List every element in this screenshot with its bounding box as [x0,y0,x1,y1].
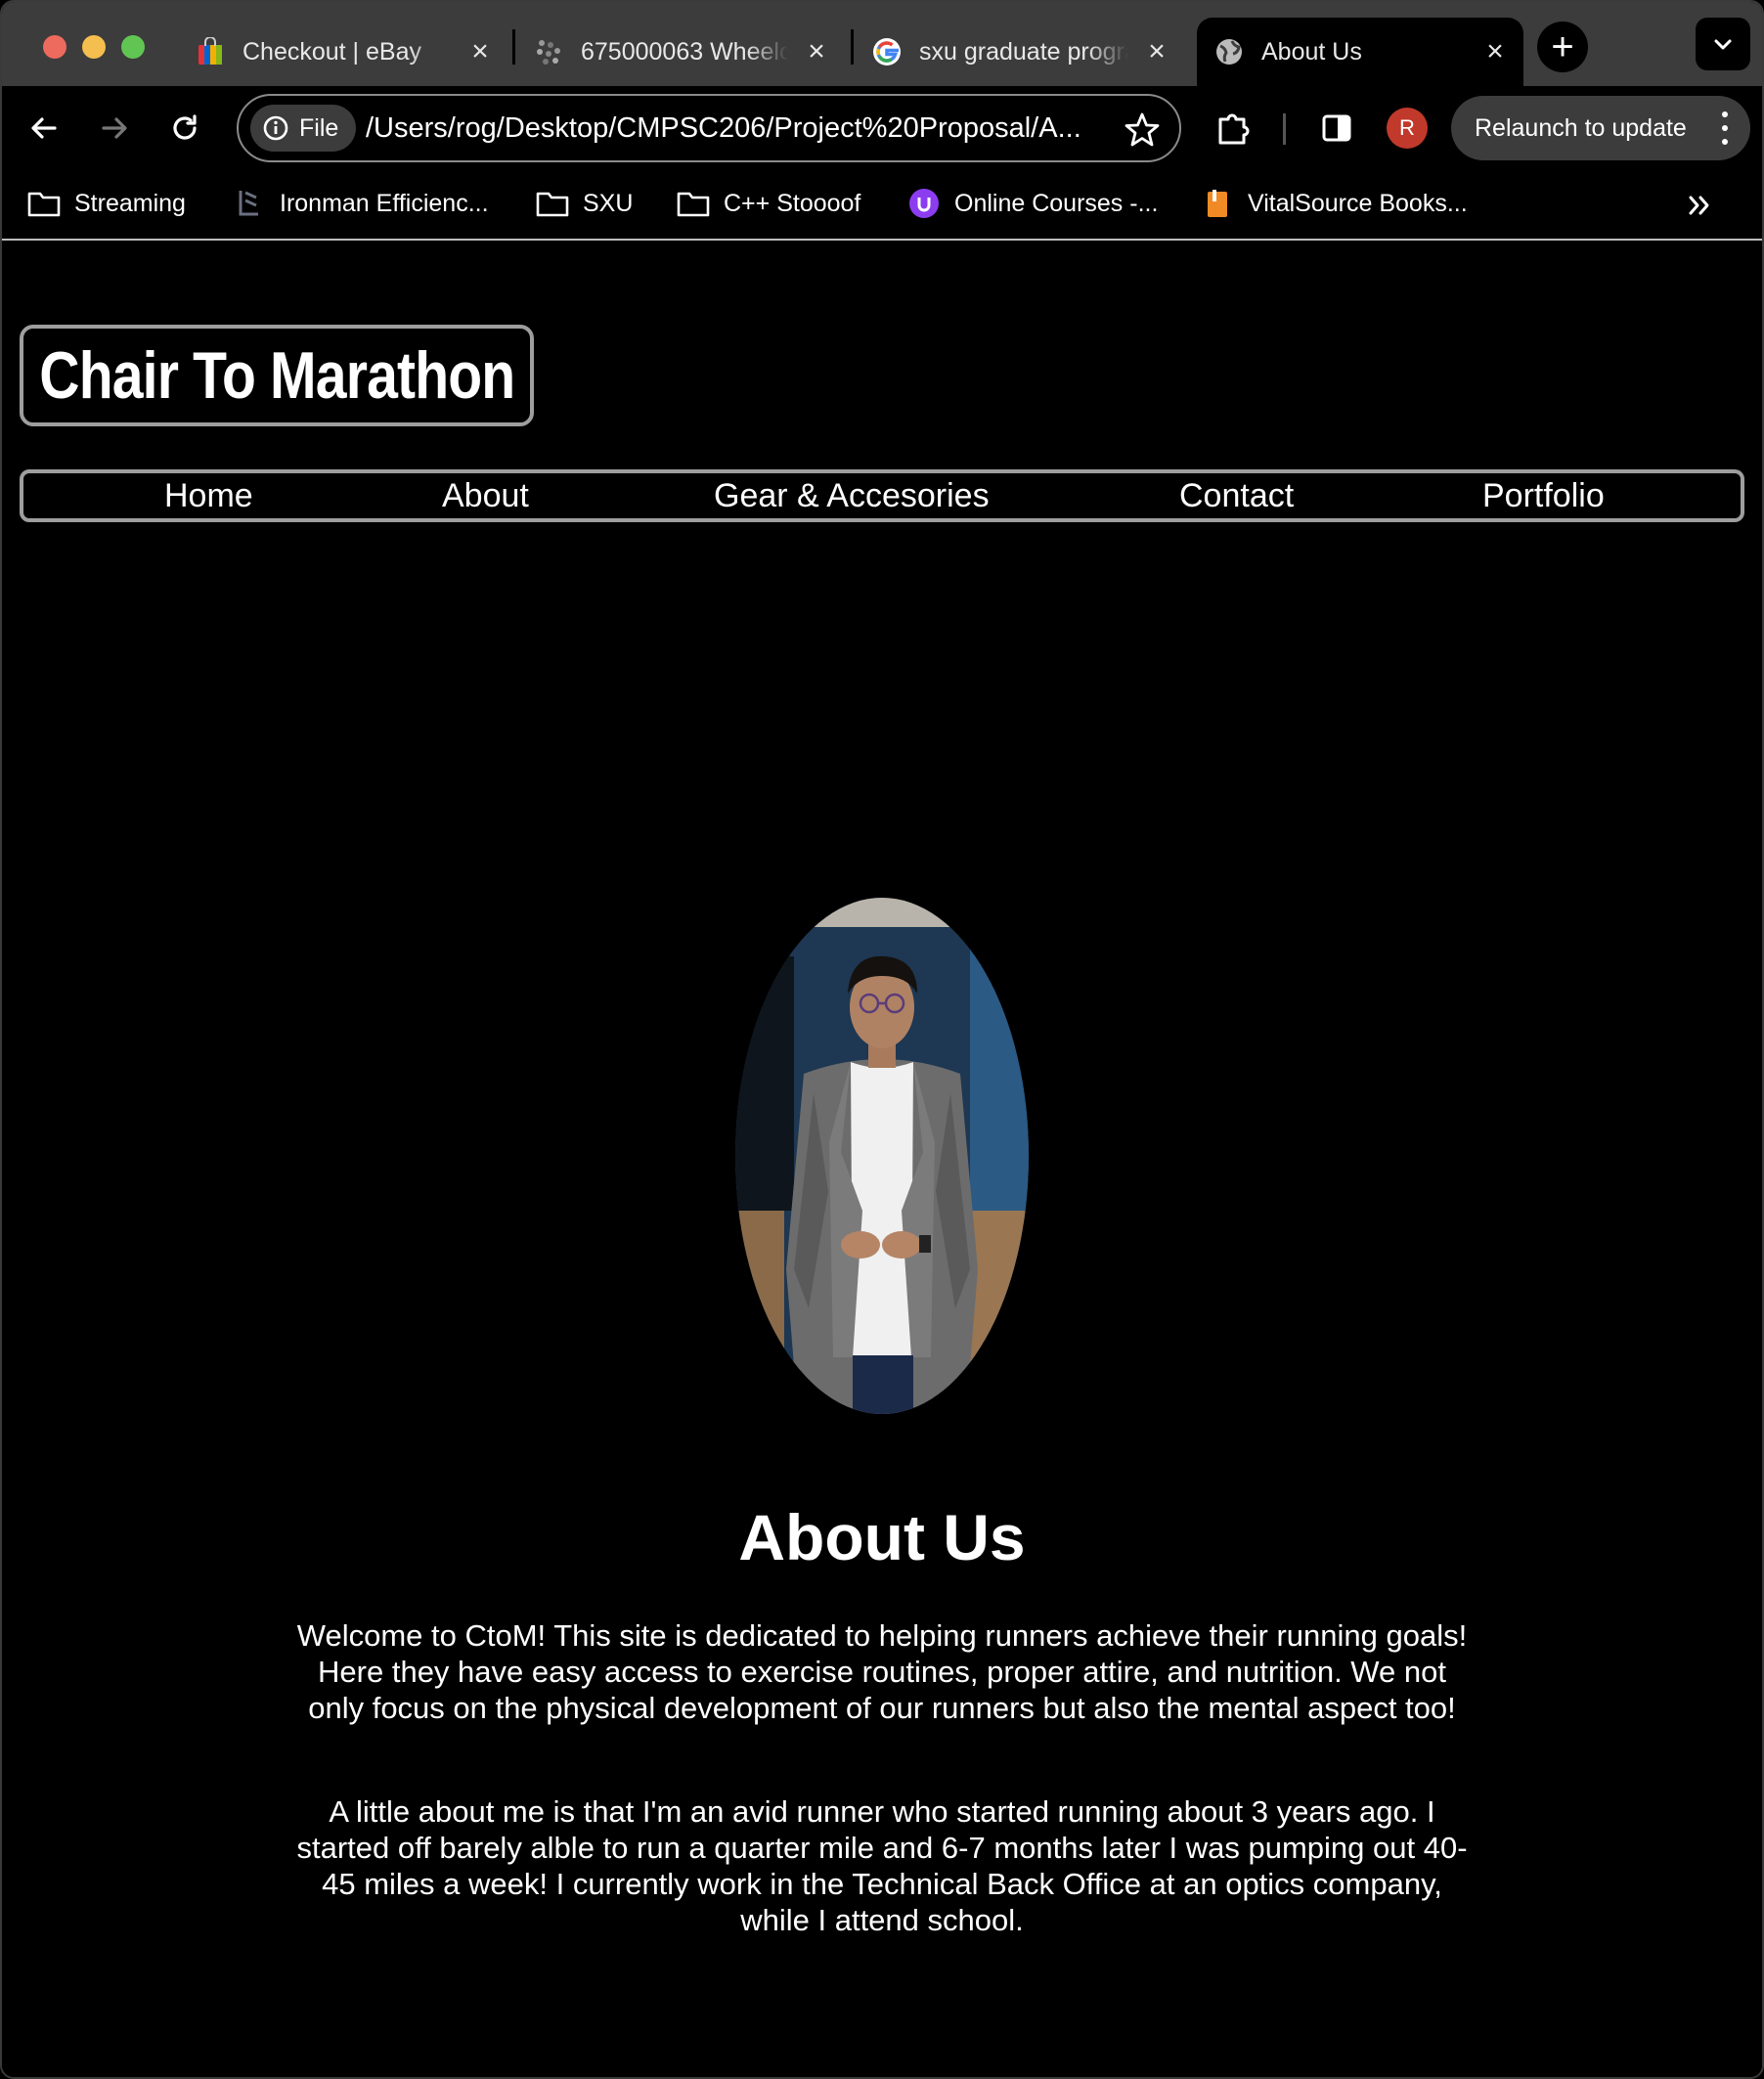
browser-toolbar: File /Users/rog/Desktop/CMPSC206/Project… [2,86,1762,170]
chevron-down-icon [1714,39,1732,50]
back-button[interactable] [22,106,66,151]
vitalsource-icon [1201,189,1234,218]
site-logo[interactable]: Chair To Marathon [20,325,534,426]
nav-about[interactable]: About [442,477,529,515]
tab-separator [851,29,854,65]
tab-title: sxu graduate programs [919,37,1128,66]
double-chevron-right-icon [1689,196,1709,215]
mosaic-icon [534,37,563,66]
google-icon [872,37,902,66]
relaunch-label: Relaunch to update [1475,113,1687,142]
bookmark-star-icon[interactable] [1123,111,1162,150]
site-info-chip[interactable]: File [250,105,357,152]
page-heading: About Us [738,1501,1026,1573]
side-panel-icon [1322,114,1351,142]
web-page: Chair To Marathon Home About Gear & Acce… [2,241,1762,2077]
profile-initial: R [1399,115,1415,140]
tab-wheelchair-product[interactable]: 675000063 Wheelchair × [534,18,831,86]
address-bar[interactable]: File /Users/rog/Desktop/CMPSC206/Project… [237,94,1181,162]
arrow-right-icon [102,117,127,139]
folder-icon [677,189,710,218]
plus-icon: + [1551,24,1574,68]
ebay-bag-icon [196,37,225,66]
bookmarks-bar: Streaming Ironman Efficienc... SXU C++ S… [2,170,1762,241]
globe-icon [1214,37,1244,66]
nav-home[interactable]: Home [164,477,253,515]
folder-icon [536,189,569,218]
new-tab-button[interactable]: + [1537,22,1588,72]
bookmark-ironman[interactable]: Ironman Efficienc... [233,184,489,223]
tab-title: Checkout | eBay [243,37,421,66]
bookmark-label: C++ Stoooof [724,189,861,217]
profile-photo [735,898,1029,1414]
close-tab-icon[interactable]: × [802,35,831,67]
about-me-paragraph: A little about me is that I'm an avid ru… [296,1794,1468,1937]
arrow-left-icon [31,117,57,139]
bookmark-sxu[interactable]: SXU [536,184,633,223]
bookmark-label: VitalSource Books... [1248,189,1468,217]
site-navigation: Home About Gear & Accesories Contact Por… [20,469,1744,522]
bookmark-label: Ironman Efficienc... [280,189,489,217]
reload-button[interactable] [162,106,207,151]
nav-portfolio[interactable]: Portfolio [1482,477,1605,515]
online-courses-icon [907,189,941,218]
relaunch-to-update-button[interactable]: Relaunch to update [1451,96,1750,160]
reload-icon [173,114,197,140]
side-panel-button[interactable] [1314,106,1359,151]
tab-search-button[interactable] [1696,18,1750,70]
profile-avatar[interactable]: R [1387,108,1428,149]
logo-text: Chair To Marathon [38,338,515,413]
zoom-window-button[interactable] [121,35,145,59]
bookmark-online-courses[interactable]: Online Courses -... [907,184,1158,223]
tab-ebay-checkout[interactable]: Checkout | eBay × [196,18,495,86]
close-tab-icon[interactable]: × [1480,35,1510,67]
bookmark-streaming[interactable]: Streaming [27,184,186,223]
forward-button[interactable] [92,106,137,151]
puzzle-piece-icon [1218,113,1250,145]
bookmark-label: Streaming [74,189,186,217]
folder-icon [27,189,61,218]
url-text[interactable]: /Users/rog/Desktop/CMPSC206/Project%20Pr… [366,112,1109,145]
person-portrait-image [735,898,1029,1414]
nav-contact[interactable]: Contact [1179,477,1294,515]
intro-paragraph: Welcome to CtoM! This site is dedicated … [296,1618,1468,1725]
info-icon [263,115,288,141]
bookmark-label: SXU [583,189,634,217]
tab-about-us-active[interactable]: About Us × [1197,18,1523,86]
tab-google-search[interactable]: sxu graduate programs × [872,18,1171,86]
tab-separator [512,29,515,65]
toolbar-divider [1283,113,1286,145]
more-menu-icon[interactable] [1721,111,1729,145]
tab-strip: Checkout | eBay × 675000063 Wheelchair × [2,2,1762,86]
close-tab-icon[interactable]: × [465,35,495,67]
bookmark-label: Online Courses -... [954,189,1159,217]
browser-window: Checkout | eBay × 675000063 Wheelchair × [0,0,1764,2079]
bookmark-vitalsource[interactable]: VitalSource Books... [1201,184,1468,223]
nav-gear-accessories[interactable]: Gear & Accesories [714,477,990,515]
close-window-button[interactable] [43,35,66,59]
tab-title: About Us [1261,37,1362,66]
file-scheme-label: File [299,113,339,142]
tab-title: 675000063 Wheelchair [581,37,788,66]
minimize-window-button[interactable] [82,35,106,59]
ironman-logo-icon [233,189,266,218]
extensions-button[interactable] [1211,106,1256,151]
bookmark-cpp[interactable]: C++ Stoooof [677,184,860,223]
close-tab-icon[interactable]: × [1142,35,1171,67]
more-bookmarks-button[interactable] [1682,188,1717,223]
